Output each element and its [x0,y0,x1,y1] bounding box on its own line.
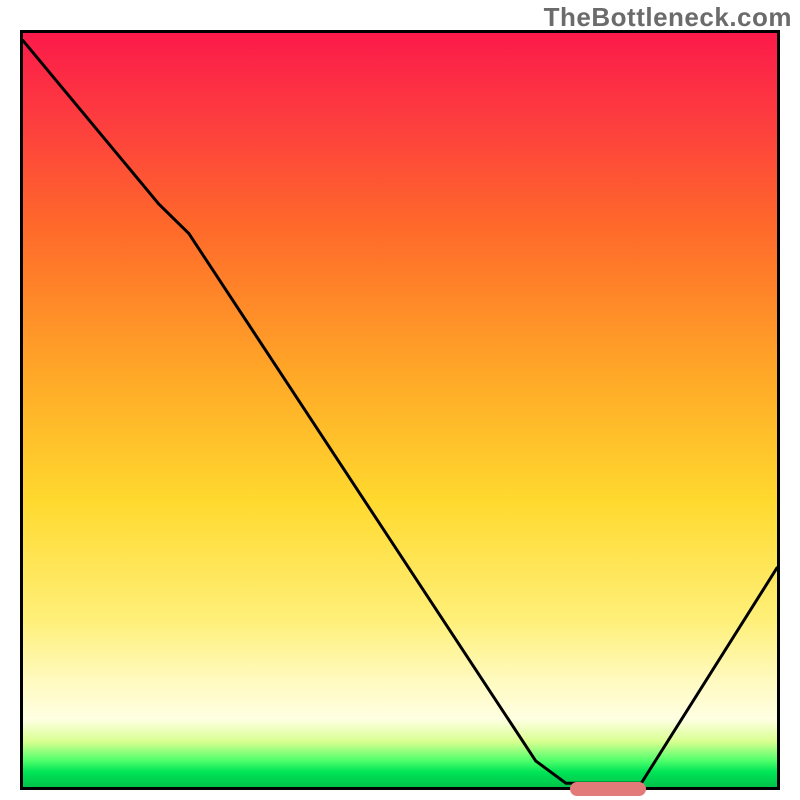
chart-frame: TheBottleneck.com [0,0,800,800]
bottleneck-curve [23,33,777,787]
plot-area [20,30,780,790]
optimal-range-marker [570,782,646,796]
bottleneck-curve-path [23,41,777,784]
watermark-text: TheBottleneck.com [544,2,792,33]
